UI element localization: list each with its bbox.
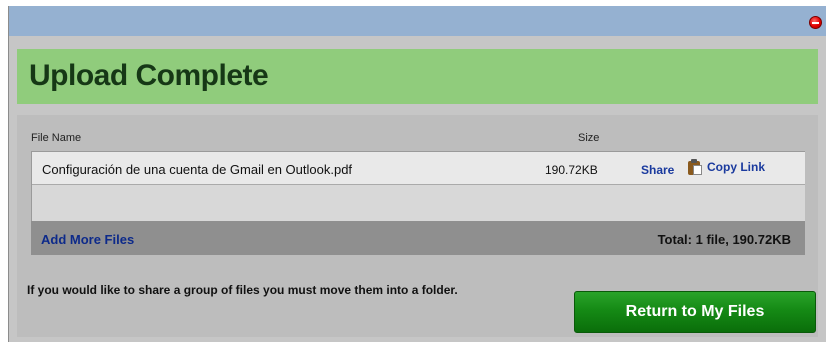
- column-header-file-name: File Name: [31, 132, 82, 144]
- info-message: If you would like to share a group of fi…: [27, 283, 458, 297]
- add-more-files-link[interactable]: Add More Files: [41, 232, 134, 247]
- file-size: 190.72KB: [545, 163, 598, 177]
- copy-link-button[interactable]: Copy Link: [688, 159, 765, 175]
- file-name: Configuración de una cuenta de Gmail en …: [42, 162, 353, 177]
- copy-link-label: Copy Link: [707, 160, 766, 174]
- close-icon[interactable]: [809, 16, 822, 29]
- dialog-titlebar[interactable]: [9, 6, 826, 36]
- total-summary: Total: 1 file, 190.72KB: [657, 232, 791, 247]
- clipboard-icon: [688, 159, 702, 175]
- header-band: Upload Complete: [17, 49, 818, 104]
- upload-dialog: Upload Complete File Name Size Configura…: [8, 6, 826, 342]
- file-list-footer: Add More Files Total: 1 file, 190.72KB: [31, 221, 805, 255]
- content-panel: File Name Size Configuración de una cuen…: [17, 115, 818, 337]
- table-row: Configuración de una cuenta de Gmail en …: [32, 152, 805, 185]
- file-list: Configuración de una cuenta de Gmail en …: [31, 151, 805, 221]
- return-to-my-files-button[interactable]: Return to My Files: [574, 291, 816, 333]
- share-link[interactable]: Share: [641, 163, 674, 177]
- page-title: Upload Complete: [29, 59, 269, 92]
- column-header-size: Size: [578, 132, 600, 144]
